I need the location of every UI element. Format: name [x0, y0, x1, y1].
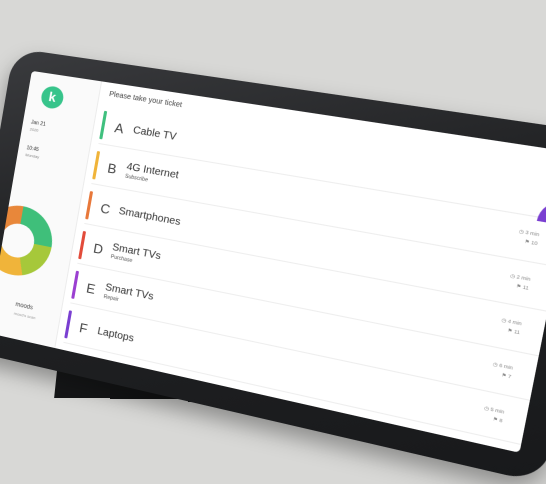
current-weekday: Monday — [24, 152, 40, 160]
moods-sublabel: mood's scan — [13, 310, 36, 321]
brand-logo-icon: k — [39, 84, 66, 111]
ticket-color-bar — [92, 150, 101, 180]
ticket-meta: ◷ 6 min ⚑ 7 — [490, 360, 514, 382]
ticket-meta: ◷ 4 min ⚑ 11 — [499, 316, 523, 338]
ticket-meta: ◷ 3 min ⚑ 10 — [516, 227, 540, 248]
current-year: 2020 — [29, 126, 39, 133]
mood-donut-chart — [0, 199, 58, 282]
ticket-service-name: Cable TV — [132, 124, 178, 143]
kiosk-display: k Jan 21 2020 10:45 Monday moods mood's … — [0, 48, 546, 484]
moods-label: moods — [14, 301, 34, 312]
ticket-color-bar — [64, 310, 73, 339]
ticket-service-name: Laptops — [96, 325, 135, 345]
ticket-color-bar — [71, 270, 80, 300]
ticket-meta: ◷ 2 min ⚑ 11 — [508, 272, 532, 293]
ticket-meta: ◷ 5 min ⚑ 8 — [482, 404, 505, 426]
take-ticket-prompt: Please take your ticket — [108, 90, 183, 110]
ticket-color-bar — [85, 191, 94, 220]
ticket-color-bar — [78, 230, 87, 260]
ticket-service-name: Smartphones — [117, 205, 182, 228]
ticket-color-bar — [99, 110, 108, 140]
